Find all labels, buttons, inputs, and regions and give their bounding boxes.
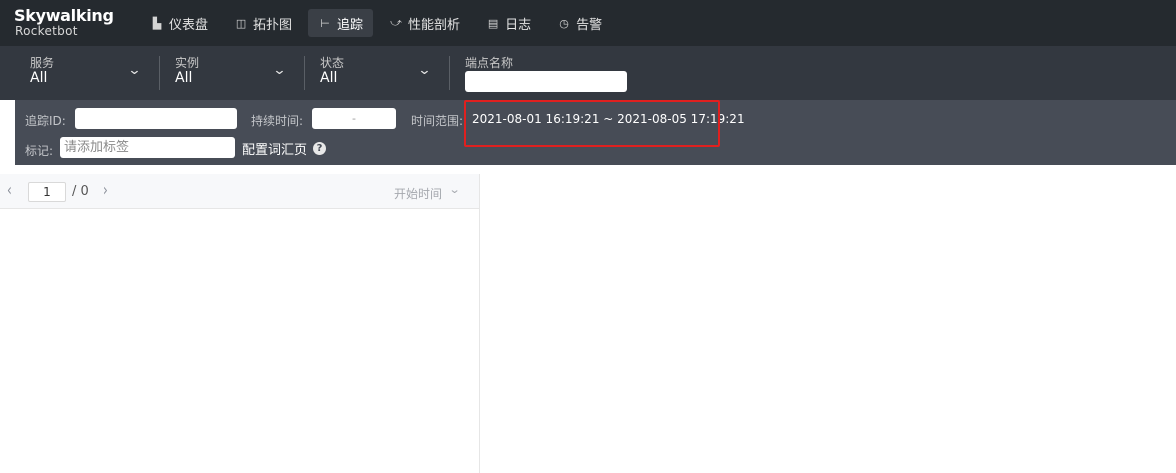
divider: [304, 56, 305, 90]
sort-by-start-time[interactable]: 开始时间: [394, 185, 442, 202]
nav-item-label: 告警: [576, 17, 603, 33]
nav-item-trace[interactable]: ⊢ 追踪: [308, 9, 374, 37]
chevron-down-icon: ⌄: [417, 63, 432, 78]
alarm-icon: ◷: [559, 16, 569, 30]
filter-bar: 服务 All ⌄ 实例 All ⌄ 状态 All ⌄ 端点名称: [0, 46, 1176, 100]
chevron-left-icon[interactable]: ‹: [7, 180, 12, 200]
tags-label: 标记:: [25, 144, 54, 158]
log-icon: ▤: [487, 16, 499, 30]
nav-item-topology[interactable]: ◫ 拓扑图: [224, 9, 302, 37]
main-nav: ▙ 仪表盘 ◫ 拓扑图 ⊢ 追踪 ⤻ 性能剖析 ▤ 日志 ◷ 告警: [140, 9, 618, 37]
brand-subtitle: Rocketbot: [15, 24, 78, 38]
nav-item-label: 日志: [505, 17, 532, 33]
page-total: / 0: [72, 184, 89, 199]
status-label: 状态: [320, 56, 345, 70]
tags-input[interactable]: 请添加标签: [60, 137, 235, 158]
trace-id-label: 追踪ID:: [25, 114, 66, 128]
brand-name: Skywalking: [14, 6, 114, 25]
endpoint-label: 端点名称: [465, 56, 514, 70]
pagination-bar: ‹ 1 / 0 › 开始时间 ⌄: [0, 174, 479, 209]
profile-icon: ⤻: [390, 16, 402, 29]
nav-item-alarm[interactable]: ◷ 告警: [547, 9, 612, 37]
service-value: All: [30, 70, 48, 86]
duration-label: 持续时间:: [251, 114, 304, 128]
divider: [159, 56, 160, 90]
instance-label: 实例: [175, 56, 200, 70]
service-label: 服务: [30, 56, 55, 70]
chevron-down-icon: ⌄: [127, 63, 142, 78]
query-bar: 追踪ID: 持续时间: - 时间范围: 2021-08-01 16:19:21 …: [15, 100, 1176, 165]
instance-value: All: [175, 70, 193, 86]
nav-item-label: 追踪: [337, 17, 364, 33]
nav-item-log[interactable]: ▤ 日志: [476, 9, 541, 37]
status-value: All: [320, 70, 338, 86]
chevron-right-icon[interactable]: ›: [103, 180, 108, 200]
duration-input[interactable]: -: [312, 108, 396, 129]
top-navbar: Skywalking Rocketbot ▙ 仪表盘 ◫ 拓扑图 ⊢ 追踪 ⤻ …: [0, 0, 1176, 46]
trace-id-input[interactable]: [75, 108, 237, 129]
chevron-down-icon[interactable]: ⌄: [449, 183, 461, 196]
dashboard-icon: ▙: [152, 16, 162, 30]
nav-item-dashboard[interactable]: ▙ 仪表盘: [140, 9, 218, 37]
divider: [449, 56, 450, 90]
status-select[interactable]: 状态 All ⌄: [320, 46, 432, 100]
nav-item-profile[interactable]: ⤻ 性能剖析: [379, 9, 470, 37]
brand-logo[interactable]: Skywalking Rocketbot: [14, 7, 114, 38]
nav-item-label: 仪表盘: [169, 17, 209, 33]
instance-select[interactable]: 实例 All ⌄: [175, 46, 287, 100]
highlight-box: [464, 100, 720, 147]
time-range-label: 时间范围:: [411, 114, 464, 128]
endpoint-input[interactable]: [465, 71, 627, 92]
nav-item-label: 性能剖析: [408, 17, 461, 33]
vocabulary-config-link[interactable]: 配置词汇页: [242, 139, 307, 158]
page-number-input[interactable]: 1: [28, 182, 66, 202]
chevron-down-icon: ⌄: [272, 63, 287, 78]
trace-icon: ⊢: [320, 16, 330, 30]
nav-item-label: 拓扑图: [253, 17, 293, 33]
topology-icon: ◫: [235, 16, 247, 30]
help-icon[interactable]: ?: [313, 142, 326, 155]
service-select[interactable]: 服务 All ⌄: [30, 46, 142, 100]
trace-list-panel: ‹ 1 / 0 › 开始时间 ⌄: [0, 174, 480, 473]
